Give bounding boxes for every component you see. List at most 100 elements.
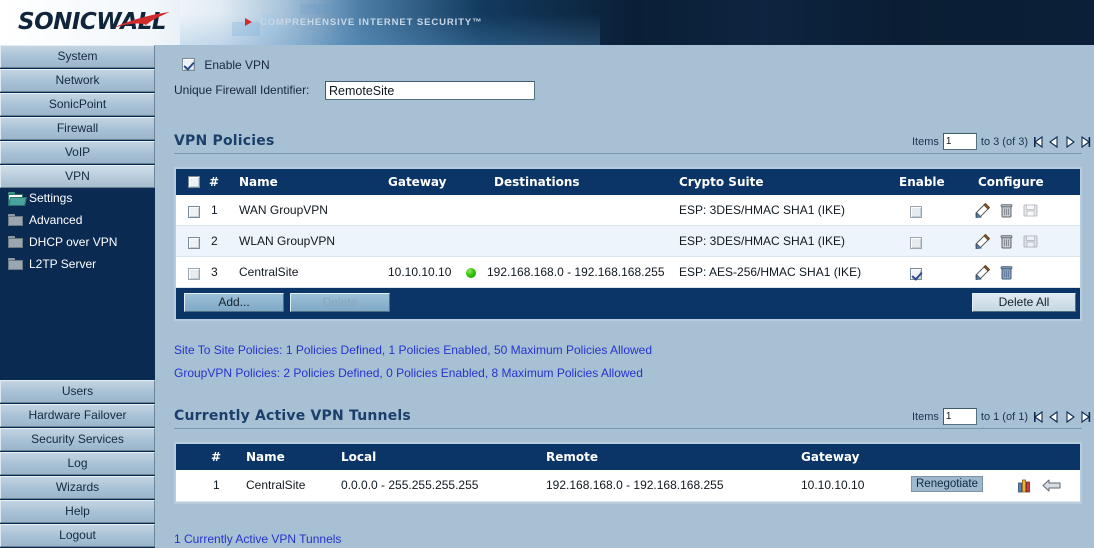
row-gateway: 10.10.10.10 <box>388 265 452 279</box>
statistics-icon[interactable] <box>1016 477 1033 494</box>
sidebar-item-dhcp-over-vpn[interactable]: DHCP over VPN <box>0 231 155 253</box>
tagline-text: COMPREHENSIVE INTERNET SECURITY <box>260 17 473 28</box>
pager-range-label: to 3 (of 3) <box>980 135 1028 148</box>
row-num: 1 <box>211 203 218 217</box>
pager-start-input[interactable] <box>942 133 977 150</box>
row-name: CentralSite <box>239 265 299 279</box>
tagline-tm: ™ <box>472 17 483 28</box>
table-row: 1 CentralSite 0.0.0.0 - 255.255.255.255 … <box>176 470 1080 502</box>
pager-first-icon[interactable] <box>1032 135 1044 149</box>
sidebar-bottom-nav: Users Hardware Failover Security Service… <box>0 380 155 548</box>
sidebar-item-voip[interactable]: VoIP <box>0 141 155 164</box>
pager-first-icon[interactable] <box>1032 410 1044 424</box>
enable-vpn-label: Enable VPN <box>204 57 270 72</box>
row-local: 0.0.0.0 - 255.255.255.255 <box>341 478 479 492</box>
sidebar-item-label: DHCP over VPN <box>29 235 118 249</box>
sidebar-item-users[interactable]: Users <box>0 380 155 403</box>
sidebar-item-label: L2TP Server <box>29 257 97 271</box>
sidebar-subnav: Settings Advanced DHCP over VPN L2TP Ser… <box>0 187 155 275</box>
row-num: 3 <box>211 265 218 279</box>
site-to-site-stats[interactable]: Site To Site Policies: 1 Policies Define… <box>174 343 652 357</box>
delete-all-button[interactable]: Delete All <box>972 293 1076 312</box>
vpn-policies-title: VPN Policies <box>174 133 275 149</box>
renegotiate-button[interactable]: Renegotiate <box>911 476 984 492</box>
column-header-gateway: Gateway <box>801 450 860 464</box>
vpn-policies-table: # Name Gateway Destinations Crypto Suite… <box>174 167 1082 321</box>
sidebar-item-security-services[interactable]: Security Services <box>0 428 155 451</box>
vpn-policies-pager: Items to 3 (of 3) <box>912 133 1092 150</box>
delete-icon[interactable] <box>998 264 1015 281</box>
sidebar-item-l2tp-server[interactable]: L2TP Server <box>0 253 155 275</box>
row-checkbox[interactable] <box>188 235 200 249</box>
section-divider <box>174 428 1082 429</box>
column-header-local: Local <box>341 450 377 464</box>
folder-icon <box>8 258 23 270</box>
firewall-identifier-input[interactable] <box>325 81 535 100</box>
pager-last-icon[interactable] <box>1080 135 1092 149</box>
section-divider <box>174 153 1082 154</box>
sidebar-item-vpn[interactable]: VPN <box>0 165 155 188</box>
row-checkbox[interactable] <box>188 204 200 218</box>
sidebar-item-firewall[interactable]: Firewall <box>0 117 155 140</box>
firewall-identifier-row: Unique Firewall Identifier: <box>174 82 309 97</box>
table-row: 3 CentralSite 10.10.10.10 192.168.168.0 … <box>176 257 1080 288</box>
arrow-left-icon[interactable] <box>1042 477 1061 494</box>
sidebar-item-log[interactable]: Log <box>0 452 155 475</box>
sidebar-top-nav: System Network SonicPoint Firewall VoIP … <box>0 45 155 189</box>
enable-vpn-checkbox[interactable] <box>182 58 195 72</box>
row-name: CentralSite <box>246 478 306 492</box>
export-icon <box>1022 202 1039 219</box>
column-header-remote: Remote <box>546 450 599 464</box>
sidebar: System Network SonicPoint Firewall VoIP … <box>0 45 155 548</box>
sidebar-item-network[interactable]: Network <box>0 69 155 92</box>
table-header-row: # Name Gateway Destinations Crypto Suite… <box>176 169 1080 195</box>
row-destinations: 192.168.168.0 - 192.168.168.255 <box>487 265 665 279</box>
enable-vpn-row: Enable VPN <box>182 57 270 72</box>
column-header-num: # <box>211 450 222 464</box>
sidebar-item-system[interactable]: System <box>0 45 155 68</box>
pager-next-icon[interactable] <box>1064 410 1076 424</box>
pager-items-label: Items <box>912 135 939 148</box>
gateway-status-indicator <box>466 267 476 281</box>
row-crypto-suite: ESP: 3DES/HMAC SHA1 (IKE) <box>679 234 846 248</box>
row-gateway: 10.10.10.10 <box>801 478 865 492</box>
row-crypto-suite: ESP: 3DES/HMAC SHA1 (IKE) <box>679 203 846 217</box>
edit-icon[interactable] <box>974 233 991 250</box>
tagline-bullet-icon <box>245 18 252 26</box>
table-footer: Add... Delete Delete All <box>176 288 1080 319</box>
delete-icon[interactable] <box>998 233 1015 250</box>
pager-start-input[interactable] <box>942 408 977 425</box>
edit-icon[interactable] <box>974 202 991 219</box>
sidebar-item-hardware-failover[interactable]: Hardware Failover <box>0 404 155 427</box>
column-header-name: Name <box>239 175 278 189</box>
active-tunnels-table: # Name Local Remote Gateway 1 CentralSit… <box>174 442 1082 504</box>
sidebar-item-logout[interactable]: Logout <box>0 524 155 547</box>
delete-button[interactable]: Delete <box>290 293 390 312</box>
column-header-destinations: Destinations <box>494 175 580 189</box>
sidebar-item-sonicpoint[interactable]: SonicPoint <box>0 93 155 116</box>
row-num: 2 <box>211 234 218 248</box>
row-enable-checkbox[interactable] <box>910 204 922 218</box>
sidebar-item-wizards[interactable]: Wizards <box>0 476 155 499</box>
pager-next-icon[interactable] <box>1064 135 1076 149</box>
sidebar-item-settings[interactable]: Settings <box>0 187 155 209</box>
row-enable-checkbox[interactable] <box>910 266 922 280</box>
add-button[interactable]: Add... <box>184 293 284 312</box>
pager-prev-icon[interactable] <box>1048 135 1060 149</box>
row-enable-checkbox[interactable] <box>910 235 922 249</box>
active-tunnels-footer-note: 1 Currently Active VPN Tunnels <box>174 532 342 546</box>
row-checkbox[interactable] <box>188 266 200 280</box>
sidebar-item-advanced[interactable]: Advanced <box>0 209 155 231</box>
main-content: Enable VPN Unique Firewall Identifier: V… <box>162 45 1094 548</box>
sidebar-item-help[interactable]: Help <box>0 500 155 523</box>
groupvpn-stats[interactable]: GroupVPN Policies: 2 Policies Defined, 0… <box>174 366 643 380</box>
sidebar-item-label: Advanced <box>29 213 83 227</box>
row-name: WLAN GroupVPN <box>239 234 336 248</box>
delete-icon[interactable] <box>998 202 1015 219</box>
select-all-checkbox[interactable] <box>188 174 200 188</box>
row-num: 1 <box>213 478 220 492</box>
column-header-num: # <box>209 175 220 189</box>
edit-icon[interactable] <box>974 264 991 281</box>
pager-last-icon[interactable] <box>1080 410 1092 424</box>
pager-prev-icon[interactable] <box>1048 410 1060 424</box>
